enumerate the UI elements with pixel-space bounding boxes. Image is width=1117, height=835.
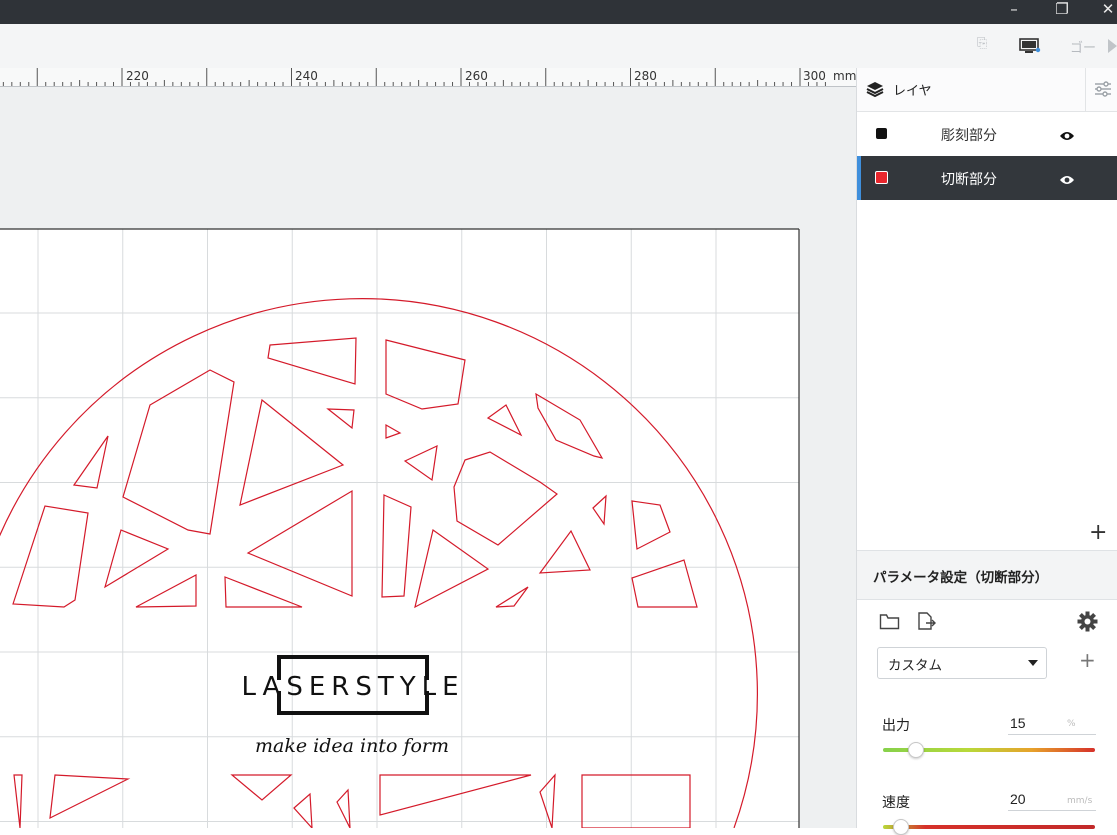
layer-color-swatch[interactable]: [876, 128, 887, 139]
right-sidebar: レイヤ 彫刻部分 切断部分 + パラメータ設定（切断部分） カスタム + 出力 …: [856, 68, 1117, 835]
frame-icon[interactable]: ⎘: [977, 36, 987, 51]
power-unit: %: [1067, 719, 1076, 729]
active-layer-indicator: [857, 156, 861, 200]
layer-color-swatch[interactable]: [875, 171, 888, 184]
logo-text: LASERSTYLE: [241, 672, 464, 702]
eye-icon[interactable]: [1059, 127, 1075, 146]
minimize-button[interactable]: –: [1000, 0, 1028, 22]
toolbar: ⎘ ゴー: [0, 24, 1117, 69]
title-bar: – ❐ ✕: [0, 0, 1117, 24]
layer-row-engrave[interactable]: 彫刻部分: [857, 112, 1117, 156]
ruler-label-240: 240: [295, 69, 318, 83]
preset-value: カスタム: [888, 658, 942, 674]
go-button[interactable]: ゴー: [1070, 37, 1096, 56]
chevron-down-icon: [1028, 660, 1038, 666]
close-button[interactable]: ✕: [1094, 0, 1117, 22]
add-layer-button[interactable]: +: [1089, 522, 1107, 544]
params-panel-header: パラメータ設定（切断部分）: [857, 550, 1117, 600]
ruler-label-280: 280: [634, 69, 657, 83]
speed-unit: mm/s: [1067, 796, 1093, 806]
design-canvas[interactable]: LASERSTYLE make idea into form: [0, 87, 856, 828]
power-input[interactable]: [1008, 712, 1096, 735]
layers-stack-icon: [866, 80, 884, 102]
ruler-label-220: 220: [126, 69, 149, 83]
layers-panel-header: レイヤ: [857, 68, 1117, 112]
canvas-workspace[interactable]: LASERSTYLE make idea into form: [0, 87, 856, 828]
ruler-unit: mm: [833, 69, 857, 83]
restore-button[interactable]: ❐: [1048, 0, 1076, 22]
folder-icon[interactable]: [879, 613, 900, 634]
add-preset-button[interactable]: +: [1079, 648, 1096, 672]
preset-select[interactable]: カスタム: [877, 647, 1047, 679]
header-divider: [1085, 68, 1086, 111]
power-label: 出力: [882, 718, 910, 734]
speed-slider-thumb[interactable]: [892, 819, 909, 835]
eye-icon[interactable]: [1059, 171, 1075, 190]
ruler-label-300: 300: [803, 69, 826, 83]
horizontal-ruler: 220 240 260 280 300 mm: [0, 68, 856, 87]
monitor-icon[interactable]: [1019, 38, 1041, 58]
layer-name: 彫刻部分: [941, 128, 997, 144]
layer-name: 切断部分: [941, 172, 997, 188]
layers-panel-title: レイヤ: [893, 84, 932, 99]
layer-row-cut[interactable]: 切断部分: [857, 156, 1117, 200]
play-icon[interactable]: [1108, 38, 1117, 57]
gear-icon[interactable]: [1077, 611, 1098, 636]
speed-label: 速度: [882, 795, 910, 811]
file-export-icon[interactable]: [917, 612, 937, 635]
params-panel-title: パラメータ設定（切断部分）: [873, 570, 1049, 586]
sliders-icon[interactable]: [1094, 81, 1112, 101]
ruler-label-260: 260: [465, 69, 488, 83]
speed-slider-track[interactable]: [883, 825, 1095, 829]
power-slider-thumb[interactable]: [907, 742, 924, 758]
logo-tagline: make idea into form: [255, 735, 449, 757]
